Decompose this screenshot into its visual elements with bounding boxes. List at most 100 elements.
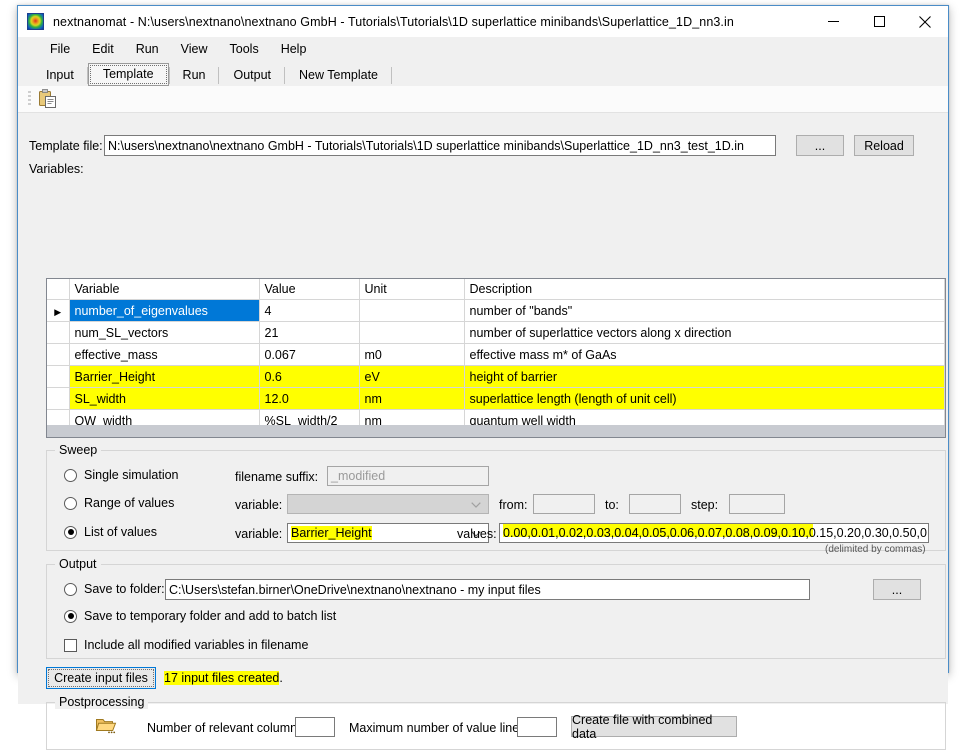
radio-save-temp-folder[interactable]: Save to temporary folder and add to batc…	[64, 609, 336, 623]
checkbox-include-modified-vars-indicator[interactable]	[64, 639, 77, 652]
cell-value[interactable]: 21	[259, 322, 359, 344]
paste-clipboard-icon[interactable]	[37, 89, 59, 109]
cell-value[interactable]: 0.6	[259, 366, 359, 388]
cell-variable[interactable]: number_of_eigenvalues	[69, 300, 259, 322]
relevant-column-label: Number of relevant column:	[147, 721, 301, 735]
tab-divider	[169, 67, 170, 84]
cell-description[interactable]: number of superlattice vectors along x d…	[464, 322, 945, 344]
output-folder-input[interactable]: C:\Users\stefan.birner\OneDrive\nextnano…	[165, 579, 810, 600]
max-value-lines-input[interactable]	[517, 717, 557, 737]
template-panel: Template file: N:\users\nextnano\nextnan…	[18, 113, 948, 704]
row-selector-cell[interactable]	[47, 388, 69, 410]
tab-strip: Input Template Run Output New Template	[18, 61, 948, 86]
radio-range-of-values-indicator[interactable]	[64, 497, 77, 510]
create-input-files-button[interactable]: Create input files	[46, 667, 156, 689]
row-selector-cell[interactable]	[47, 344, 69, 366]
radio-single-simulation[interactable]: Single simulation	[64, 468, 179, 482]
radio-save-temp-folder-label: Save to temporary folder and add to batc…	[84, 609, 336, 623]
tab-new-template-label: New Template	[299, 68, 378, 82]
col-header-variable[interactable]: Variable	[69, 279, 259, 300]
template-file-browse-button[interactable]: ...	[796, 135, 844, 156]
radio-save-temp-folder-indicator[interactable]	[64, 610, 77, 623]
postprocessing-group-title: Postprocessing	[55, 695, 148, 709]
cell-unit[interactable]	[359, 322, 464, 344]
cell-variable[interactable]: Barrier_Height	[69, 366, 259, 388]
template-file-input[interactable]: N:\users\nextnano\nextnano GmbH - Tutori…	[104, 135, 776, 156]
cell-unit[interactable]: m0	[359, 344, 464, 366]
menu-file[interactable]: File	[39, 39, 81, 59]
tab-input-label: Input	[46, 68, 74, 82]
chevron-down-icon	[471, 497, 481, 511]
close-button[interactable]	[902, 6, 948, 37]
menu-edit[interactable]: Edit	[81, 39, 125, 59]
table-header-row: Variable Value Unit Description	[47, 279, 945, 300]
radio-list-of-values[interactable]: List of values	[64, 525, 157, 539]
tab-output[interactable]: Output	[219, 65, 285, 86]
output-folder-browse-button[interactable]: ...	[873, 579, 921, 600]
checkbox-include-modified-vars[interactable]: Include all modified variables in filena…	[64, 638, 308, 652]
radio-range-of-values[interactable]: Range of values	[64, 496, 174, 510]
status-message-text: 17 input files created	[164, 671, 279, 685]
row-selector-cell[interactable]	[47, 322, 69, 344]
toolbar-grip[interactable]	[28, 91, 31, 107]
values-input[interactable]: 0.00,0.01,0.02,0.03,0.04,0.05,0.06,0.07,…	[499, 523, 929, 543]
nextnano-logo-icon	[27, 13, 44, 30]
filename-suffix-label: filename suffix:	[235, 470, 318, 484]
cell-unit[interactable]: eV	[359, 366, 464, 388]
row-selector-cell[interactable]	[47, 366, 69, 388]
table-row[interactable]: effective_mass 0.067 m0 effective mass m…	[47, 344, 945, 366]
range-variable-combo[interactable]	[287, 494, 489, 514]
to-input[interactable]	[629, 494, 681, 514]
cell-unit[interactable]: nm	[359, 388, 464, 410]
cell-variable[interactable]: num_SL_vectors	[69, 322, 259, 344]
tab-new-template[interactable]: New Template	[285, 65, 392, 86]
relevant-column-input[interactable]	[295, 717, 335, 737]
variables-grid[interactable]: Variable Value Unit Description ▶ number…	[46, 278, 946, 438]
cell-value[interactable]: 4	[259, 300, 359, 322]
cell-description[interactable]: height of barrier	[464, 366, 945, 388]
from-input[interactable]	[533, 494, 595, 514]
values-input-text: 0.00,0.01,0.02,0.03,0.04,0.05,0.06,0.07,…	[503, 526, 929, 540]
col-header-unit[interactable]: Unit	[359, 279, 464, 300]
cell-description[interactable]: effective mass m* of GaAs	[464, 344, 945, 366]
row-selector-cell[interactable]: ▶	[47, 300, 69, 322]
cell-variable[interactable]: SL_width	[69, 388, 259, 410]
create-combined-data-button[interactable]: Create file with combined data	[571, 716, 737, 737]
table-row[interactable]: ▶ number_of_eigenvalues 4 number of "ban…	[47, 300, 945, 322]
reload-button[interactable]: Reload	[854, 135, 914, 156]
minimize-button[interactable]	[810, 6, 856, 37]
menu-view[interactable]: View	[170, 39, 219, 59]
sweep-group: Sweep Single simulation filename suffix:…	[46, 450, 946, 551]
radio-save-to-folder[interactable]: Save to folder:	[64, 582, 165, 596]
values-label: values:	[457, 527, 497, 541]
tab-input[interactable]: Input	[32, 65, 88, 86]
maximize-button[interactable]	[856, 6, 902, 37]
step-input[interactable]	[729, 494, 785, 514]
radio-single-simulation-indicator[interactable]	[64, 469, 77, 482]
tab-template[interactable]: Template	[88, 63, 169, 86]
table-row[interactable]: Barrier_Height 0.6 eV height of barrier	[47, 366, 945, 388]
cell-value[interactable]: 12.0	[259, 388, 359, 410]
menu-run[interactable]: Run	[125, 39, 170, 59]
tab-template-label: Template	[103, 67, 154, 81]
cell-value[interactable]: 0.067	[259, 344, 359, 366]
table-row[interactable]: num_SL_vectors 21 number of superlattice…	[47, 322, 945, 344]
step-label: step:	[691, 498, 718, 512]
open-folder-icon[interactable]	[95, 715, 117, 738]
radio-save-to-folder-indicator[interactable]	[64, 583, 77, 596]
col-header-description[interactable]: Description	[464, 279, 945, 300]
cell-description[interactable]: superlattice length (length of unit cell…	[464, 388, 945, 410]
cell-unit[interactable]	[359, 300, 464, 322]
tab-output-label: Output	[233, 68, 271, 82]
postprocessing-group: Postprocessing Number of relevant column…	[46, 702, 946, 750]
col-header-value[interactable]: Value	[259, 279, 359, 300]
cell-description[interactable]: number of "bands"	[464, 300, 945, 322]
tab-run[interactable]: Run	[169, 65, 220, 86]
filename-suffix-input[interactable]: _modified	[327, 466, 489, 486]
title-bar: nextnanomat - N:\users\nextnano\nextnano…	[18, 6, 948, 37]
menu-tools[interactable]: Tools	[219, 39, 270, 59]
table-row[interactable]: SL_width 12.0 nm superlattice length (le…	[47, 388, 945, 410]
menu-help[interactable]: Help	[270, 39, 318, 59]
cell-variable[interactable]: effective_mass	[69, 344, 259, 366]
radio-list-of-values-indicator[interactable]	[64, 526, 77, 539]
